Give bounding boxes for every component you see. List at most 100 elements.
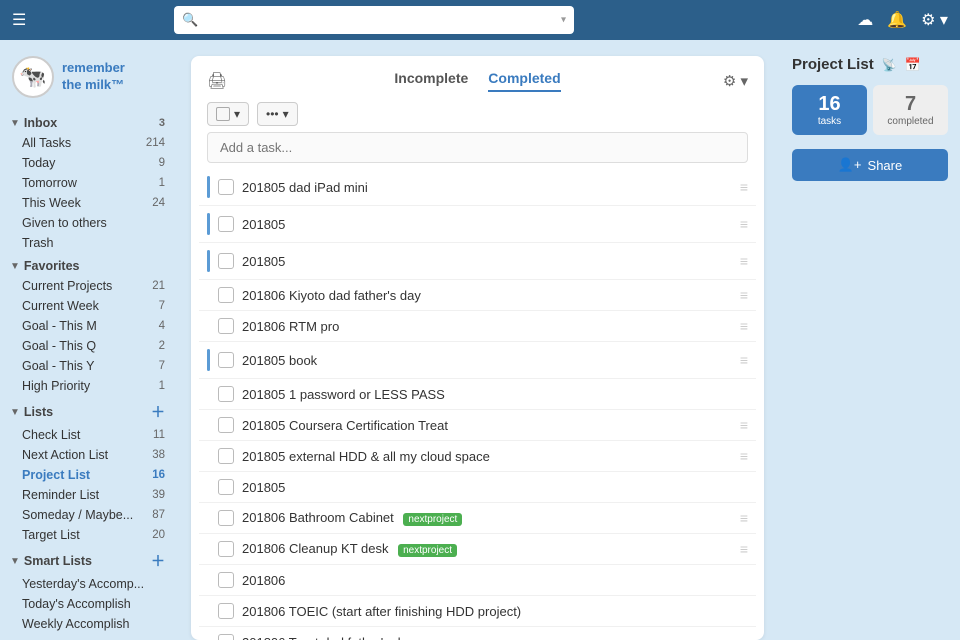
settings-icon[interactable]: ⚙ ▾ bbox=[921, 10, 948, 30]
sidebar-item-check-list[interactable]: Check List 11 bbox=[0, 425, 175, 445]
rss-icon[interactable]: 📡 bbox=[882, 58, 897, 72]
sidebar-item-yesterdays-accomp[interactable]: Yesterday's Accomp... bbox=[0, 574, 175, 594]
task-checkbox[interactable] bbox=[218, 603, 234, 619]
drag-handle-icon[interactable]: ≡ bbox=[740, 352, 748, 368]
sidebar-item-high-priority[interactable]: High Priority 1 bbox=[0, 376, 175, 396]
sidebar-item-current-projects[interactable]: Current Projects 21 bbox=[0, 276, 175, 296]
print-icon[interactable]: 🖨 bbox=[207, 71, 227, 91]
task-row[interactable]: 201805 book ≡ bbox=[199, 342, 756, 379]
sidebar-item-weekly-accomplish[interactable]: Weekly Accomplish bbox=[0, 614, 175, 634]
sidebar-item-next-action-list[interactable]: Next Action List 38 bbox=[0, 445, 175, 465]
drag-handle-icon[interactable]: ≡ bbox=[740, 253, 748, 269]
add-smart-list-button[interactable]: ＋ bbox=[151, 551, 165, 571]
sidebar-item-this-week[interactable]: This Week 24 bbox=[0, 193, 175, 213]
drag-handle-icon[interactable]: ≡ bbox=[740, 541, 748, 557]
task-row[interactable]: 201805 ≡ bbox=[199, 243, 756, 280]
tab-incomplete[interactable]: Incomplete bbox=[394, 70, 468, 92]
task-checkbox[interactable] bbox=[218, 541, 234, 557]
add-task-input[interactable] bbox=[207, 132, 748, 163]
task-name: 201805 bbox=[242, 217, 732, 232]
task-row[interactable]: 201806 Kiyoto dad father's day ≡ bbox=[199, 280, 756, 311]
task-name: 201805 book bbox=[242, 353, 732, 368]
task-row[interactable]: 201806 bbox=[199, 565, 756, 596]
task-checkbox[interactable] bbox=[218, 318, 234, 334]
tab-completed[interactable]: Completed bbox=[488, 70, 560, 92]
task-name: 201806 RTM pro bbox=[242, 319, 732, 334]
drag-handle-icon[interactable]: ≡ bbox=[740, 318, 748, 334]
sidebar-item-goal-this-m[interactable]: Goal - This M 4 bbox=[0, 316, 175, 336]
calendar-icon[interactable]: 📅 bbox=[905, 57, 921, 73]
cloud-icon[interactable]: ☁ bbox=[857, 10, 873, 30]
share-button[interactable]: 👤+ Share bbox=[792, 149, 948, 181]
given-to-others-label: Given to others bbox=[22, 216, 107, 230]
priority-bar bbox=[207, 176, 210, 198]
task-row[interactable]: 201805 ≡ bbox=[199, 206, 756, 243]
task-checkbox[interactable] bbox=[218, 386, 234, 402]
sidebar-item-todays-accomplish[interactable]: Today's Accomplish bbox=[0, 594, 175, 614]
hamburger-icon[interactable]: ☰ bbox=[12, 10, 26, 30]
sidebar-item-target-list[interactable]: Target List 20 bbox=[0, 525, 175, 545]
task-name: 201805 1 password or LESS PASS bbox=[242, 387, 748, 402]
drag-handle-icon[interactable]: ≡ bbox=[740, 417, 748, 433]
task-checkbox[interactable] bbox=[218, 510, 234, 526]
task-checkbox[interactable] bbox=[218, 179, 234, 195]
search-input[interactable] bbox=[174, 6, 574, 34]
sidebar-item-someday-maybe[interactable]: Someday / Maybe... 87 bbox=[0, 505, 175, 525]
task-row[interactable]: 201806 TOEIC (start after finishing HDD … bbox=[199, 596, 756, 627]
task-checkbox[interactable] bbox=[218, 352, 234, 368]
inbox-count: 3 bbox=[159, 117, 165, 129]
right-panel: Project List 📡 📅 16 tasks 7 completed 👤+… bbox=[780, 40, 960, 640]
drag-handle-icon[interactable]: ≡ bbox=[740, 448, 748, 464]
task-row[interactable]: 201806 Cleanup KT desk nextproject ≡ bbox=[199, 534, 756, 565]
task-row[interactable]: 201806 Trent dad father's day bbox=[199, 627, 756, 640]
add-list-button[interactable]: ＋ bbox=[151, 402, 165, 422]
more-actions-button[interactable]: ••• ▾ bbox=[257, 102, 298, 126]
task-row[interactable]: 201805 1 password or LESS PASS bbox=[199, 379, 756, 410]
sidebar-item-reminder-list[interactable]: Reminder List 39 bbox=[0, 485, 175, 505]
sidebar-item-goal-this-q[interactable]: Goal - This Q 2 bbox=[0, 336, 175, 356]
sidebar-section-inbox[interactable]: ▼ Inbox 3 bbox=[0, 110, 175, 133]
task-checkbox[interactable] bbox=[218, 479, 234, 495]
drag-handle-icon[interactable]: ≡ bbox=[740, 216, 748, 232]
sidebar-item-project-list[interactable]: Project List 16 bbox=[0, 465, 175, 485]
sidebar-item-today[interactable]: Today 9 bbox=[0, 153, 175, 173]
sidebar-item-all-tasks[interactable]: All Tasks 214 bbox=[0, 133, 175, 153]
task-row[interactable]: 201805 external HDD & all my cloud space… bbox=[199, 441, 756, 472]
drag-handle-icon[interactable]: ≡ bbox=[740, 510, 748, 526]
next-action-list-count: 38 bbox=[152, 449, 165, 461]
task-row[interactable]: 201805 bbox=[199, 472, 756, 503]
task-checkbox[interactable] bbox=[218, 216, 234, 232]
check-list-label: Check List bbox=[22, 428, 80, 442]
bell-icon[interactable]: 🔔 bbox=[887, 10, 907, 30]
someday-maybe-label: Someday / Maybe... bbox=[22, 508, 133, 522]
sidebar-section-lists[interactable]: ▼ Lists ＋ bbox=[0, 396, 175, 425]
task-checkbox[interactable] bbox=[218, 572, 234, 588]
task-checkbox[interactable] bbox=[218, 448, 234, 464]
task-checkbox[interactable] bbox=[218, 634, 234, 640]
reminder-list-count: 39 bbox=[152, 489, 165, 501]
drag-handle-icon[interactable]: ≡ bbox=[740, 287, 748, 303]
sidebar-item-goal-this-y[interactable]: Goal - This Y 7 bbox=[0, 356, 175, 376]
checkbox-dropdown-button[interactable]: ▾ bbox=[207, 102, 249, 126]
tomorrow-label: Tomorrow bbox=[22, 176, 77, 190]
task-row[interactable]: 201806 Bathroom Cabinet nextproject ≡ bbox=[199, 503, 756, 534]
sidebar-section-smart-lists[interactable]: ▼ Smart Lists ＋ bbox=[0, 545, 175, 574]
task-row[interactable]: 201805 Coursera Certification Treat ≡ bbox=[199, 410, 756, 441]
sidebar-item-trash[interactable]: Trash bbox=[0, 233, 175, 253]
chevron-down-icon: ▼ bbox=[10, 118, 20, 129]
sidebar-item-given-to-others[interactable]: Given to others bbox=[0, 213, 175, 233]
drag-handle-icon[interactable]: ≡ bbox=[740, 179, 748, 195]
favorites-section-label: Favorites bbox=[24, 259, 80, 273]
list-settings-icon[interactable]: ⚙ ▾ bbox=[723, 72, 748, 90]
task-checkbox[interactable] bbox=[218, 253, 234, 269]
task-checkbox[interactable] bbox=[218, 417, 234, 433]
tasks-stat-box: 16 tasks bbox=[792, 85, 867, 135]
target-list-label: Target List bbox=[22, 528, 80, 542]
task-row[interactable]: 201805 dad iPad mini ≡ bbox=[199, 169, 756, 206]
task-row[interactable]: 201806 RTM pro ≡ bbox=[199, 311, 756, 342]
sidebar-item-tomorrow[interactable]: Tomorrow 1 bbox=[0, 173, 175, 193]
search-dropdown-icon[interactable]: ▾ bbox=[561, 15, 566, 26]
sidebar-item-current-week[interactable]: Current Week 7 bbox=[0, 296, 175, 316]
task-checkbox[interactable] bbox=[218, 287, 234, 303]
sidebar-section-favorites[interactable]: ▼ Favorites bbox=[0, 253, 175, 276]
